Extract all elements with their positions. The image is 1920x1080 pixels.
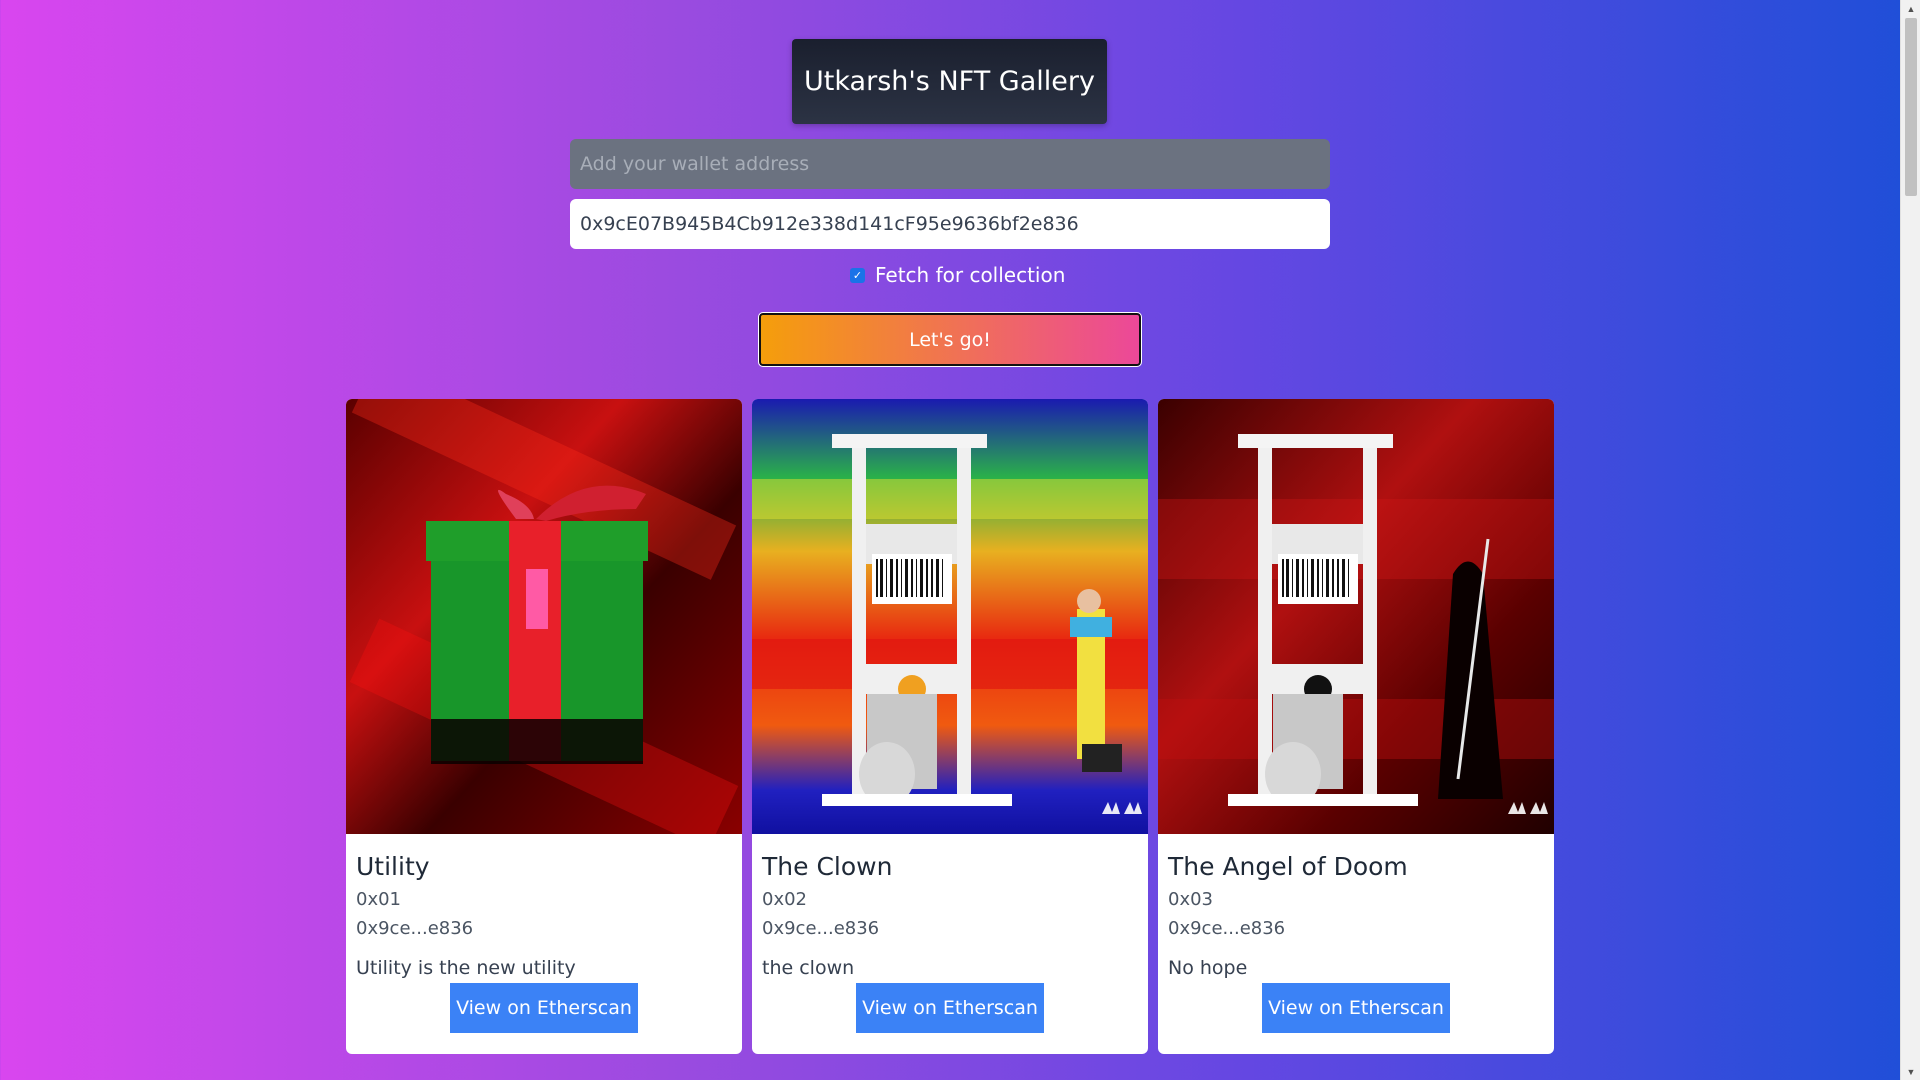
collection-address-input[interactable]	[570, 199, 1330, 249]
nft-token-id: 0x01	[356, 889, 402, 910]
wallet-address-input[interactable]	[570, 139, 1330, 189]
fetch-collection-checkbox[interactable]: ✓	[850, 267, 865, 283]
nft-card: Utility 0x01 0x9ce...e836 Utility is the…	[346, 399, 742, 1054]
fetch-collection-label: Fetch for collection	[875, 263, 1066, 287]
nft-title: Utility	[356, 852, 430, 881]
gift-box-artwork	[346, 399, 742, 834]
nft-title: The Clown	[762, 852, 893, 881]
guillotine-reaper-artwork	[1158, 399, 1554, 834]
nft-token-id: 0x03	[1168, 889, 1214, 910]
scroll-up-arrow-icon[interactable]: ▲	[1901, 0, 1920, 17]
nft-description: Utility is the new utility	[356, 957, 576, 979]
nft-description: the clown	[762, 957, 855, 979]
nft-card: The Clown 0x02 0x9ce...e836 the clown Vi…	[752, 399, 1148, 1054]
scrollbar-thumb[interactable]	[1905, 18, 1917, 196]
nft-image-utility	[346, 399, 742, 834]
nft-token-id: 0x02	[762, 889, 808, 910]
vertical-scrollbar[interactable]: ▲ ▼	[1900, 0, 1920, 1080]
nft-description: No hope	[1168, 957, 1248, 979]
fetch-collection-row[interactable]: ✓ Fetch for collection	[850, 261, 1065, 289]
nft-owner: 0x9ce...e836	[1168, 918, 1286, 939]
page: Utkarsh's NFT Gallery ✓ Fetch for collec…	[0, 0, 1900, 1080]
guillotine-clown-artwork	[752, 399, 1148, 834]
view-on-etherscan-button[interactable]: View on Etherscan	[450, 983, 638, 1033]
lets-go-button[interactable]: Let's go!	[758, 312, 1142, 367]
page-title: Utkarsh's NFT Gallery	[792, 39, 1107, 124]
view-on-etherscan-button[interactable]: View on Etherscan	[1262, 983, 1450, 1033]
nft-title: The Angel of Doom	[1168, 852, 1408, 881]
page-title-text: Utkarsh's NFT Gallery	[804, 66, 1095, 97]
nft-image-the-clown	[752, 399, 1148, 834]
nft-card: The Angel of Doom 0x03 0x9ce...e836 No h…	[1158, 399, 1554, 1054]
nft-owner: 0x9ce...e836	[762, 918, 880, 939]
nft-owner: 0x9ce...e836	[356, 918, 474, 939]
scroll-down-arrow-icon[interactable]: ▼	[1901, 1063, 1920, 1080]
view-on-etherscan-button[interactable]: View on Etherscan	[856, 983, 1044, 1033]
nft-image-the-angel-of-doom	[1158, 399, 1554, 834]
